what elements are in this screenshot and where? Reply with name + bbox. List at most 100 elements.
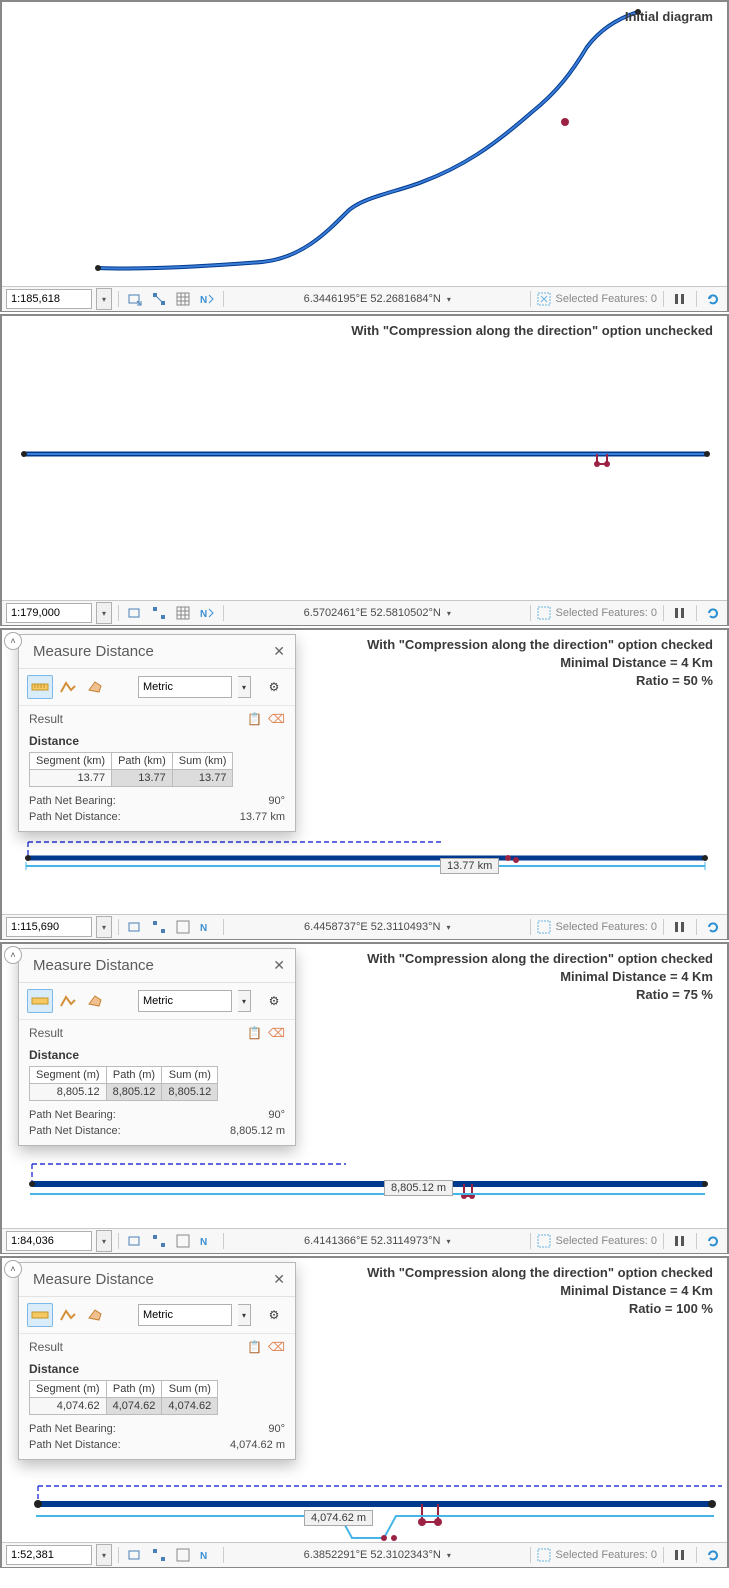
tool-add-layer-icon[interactable] — [125, 603, 145, 623]
measure-distance-button[interactable] — [27, 989, 53, 1013]
scale-input[interactable] — [6, 1231, 92, 1251]
map-canvas[interactable]: Initial diagram — [2, 2, 727, 286]
close-icon[interactable]: ✕ — [273, 957, 285, 974]
tool-constraints-icon[interactable] — [149, 603, 169, 623]
clear-icon[interactable]: ⌫ — [268, 1340, 285, 1354]
pause-icon[interactable] — [670, 603, 690, 623]
map-canvas[interactable]: With "Compression along the direction" o… — [2, 1258, 727, 1542]
scale-input[interactable] — [6, 603, 92, 623]
scale-dropdown[interactable]: ▾ — [96, 288, 112, 310]
tool-constraints-icon[interactable] — [149, 1545, 169, 1565]
svg-text:N: N — [200, 923, 207, 934]
selected-features: Selected Features: 0 — [537, 920, 657, 934]
tool-add-layer-icon[interactable] — [125, 289, 145, 309]
scale-dropdown[interactable]: ▾ — [96, 602, 112, 624]
scale-input[interactable] — [6, 917, 92, 937]
tool-constraints-icon[interactable] — [149, 289, 169, 309]
measure-area-button[interactable] — [55, 1303, 81, 1327]
coords-display: 6.3852291°E 52.3102343°N▾ — [230, 1549, 524, 1561]
unit-dropdown-icon[interactable]: ▾ — [238, 990, 251, 1012]
tool-snap-icon[interactable]: N — [197, 1231, 217, 1251]
measure-feature-button[interactable] — [83, 1303, 109, 1327]
measure-distance-button[interactable] — [27, 1303, 53, 1327]
unit-dropdown-icon[interactable]: ▾ — [238, 1304, 251, 1326]
measure-area-button[interactable] — [55, 989, 81, 1013]
refresh-icon[interactable] — [703, 603, 723, 623]
map-canvas[interactable]: With "Compression along the direction" o… — [2, 944, 727, 1228]
tool-grid-icon[interactable] — [173, 603, 193, 623]
scale-input[interactable] — [6, 289, 92, 309]
collapse-button[interactable]: ˄ — [4, 1260, 22, 1278]
svg-text:N: N — [200, 1551, 207, 1562]
map-panel-5: ˄ With "Compression along the direction"… — [0, 1256, 729, 1568]
scale-dropdown[interactable]: ▾ — [96, 1230, 112, 1252]
map-canvas[interactable]: With "Compression along the direction" o… — [2, 630, 727, 914]
tool-grid-icon[interactable] — [173, 289, 193, 309]
scale-dropdown[interactable]: ▾ — [96, 1544, 112, 1566]
coords-dropdown-icon[interactable]: ▾ — [447, 295, 451, 304]
refresh-icon[interactable] — [703, 917, 723, 937]
tool-grid-icon[interactable] — [173, 917, 193, 937]
copy-icon[interactable]: 📋 — [247, 1026, 262, 1040]
clear-icon[interactable]: ⌫ — [268, 712, 285, 726]
copy-icon[interactable]: 📋 — [247, 712, 262, 726]
pause-icon[interactable] — [670, 917, 690, 937]
distance-label: Distance — [19, 732, 295, 752]
copy-icon[interactable]: 📋 — [247, 1340, 262, 1354]
measure-feature-button[interactable] — [83, 989, 109, 1013]
status-bar: ▾ N 6.4141366°E 52.3114973°N▾ Selected F… — [2, 1228, 727, 1253]
unit-select[interactable] — [138, 676, 232, 698]
pause-icon[interactable] — [670, 1545, 690, 1565]
map-canvas[interactable]: With "Compression along the direction" o… — [2, 316, 727, 600]
measure-distance-button[interactable] — [27, 675, 53, 699]
svg-text:N: N — [200, 609, 207, 620]
selected-features: Selected Features: 0 — [537, 606, 657, 620]
measurement-annotation: 4,074.62 m — [304, 1510, 373, 1526]
refresh-icon[interactable] — [703, 1231, 723, 1251]
unit-dropdown-icon[interactable]: ▾ — [238, 676, 251, 698]
pause-icon[interactable] — [670, 289, 690, 309]
net-distance-label: Path Net Distance: — [29, 811, 121, 823]
settings-icon[interactable]: ⚙ — [261, 1303, 287, 1327]
tool-grid-icon[interactable] — [173, 1231, 193, 1251]
tool-add-layer-icon[interactable] — [125, 1231, 145, 1251]
measure-feature-button[interactable] — [83, 675, 109, 699]
measure-area-button[interactable] — [55, 675, 81, 699]
tool-add-layer-icon[interactable] — [125, 1545, 145, 1565]
result-label: Result — [29, 712, 63, 726]
tool-constraints-icon[interactable] — [149, 917, 169, 937]
selected-features: Selected Features: 0 — [537, 1234, 657, 1248]
coords-display: 6.4458737°E 52.3110493°N▾ — [230, 921, 524, 933]
tool-grid-icon[interactable] — [173, 1545, 193, 1565]
clear-icon[interactable]: ⌫ — [268, 1026, 285, 1040]
measure-distance-panel: Measure Distance✕ ▾ ⚙ Result📋⌫ Distance … — [18, 948, 296, 1146]
scale-dropdown[interactable]: ▾ — [96, 916, 112, 938]
close-icon[interactable]: ✕ — [273, 643, 285, 660]
refresh-icon[interactable] — [703, 1545, 723, 1565]
tool-add-layer-icon[interactable] — [125, 917, 145, 937]
unit-select[interactable] — [138, 990, 232, 1012]
refresh-icon[interactable] — [703, 289, 723, 309]
collapse-button[interactable]: ˄ — [4, 946, 22, 964]
map-panel-2: With "Compression along the direction" o… — [0, 314, 729, 626]
settings-icon[interactable]: ⚙ — [261, 675, 287, 699]
close-icon[interactable]: ✕ — [273, 1271, 285, 1288]
measure-distance-panel: Measure Distance ✕ ▾ ⚙ Result 📋 ⌫ — [18, 634, 296, 832]
collapse-button[interactable]: ˄ — [4, 632, 22, 650]
tool-constraints-icon[interactable] — [149, 1231, 169, 1251]
bearing-label: Path Net Bearing: — [29, 795, 116, 807]
settings-icon[interactable]: ⚙ — [261, 989, 287, 1013]
scale-input[interactable] — [6, 1545, 92, 1565]
tool-snap-icon[interactable]: N — [197, 917, 217, 937]
measurement-annotation: 8,805.12 m — [384, 1180, 453, 1196]
distance-table: Segment (km)Path (km)Sum (km) 13.7713.77… — [29, 752, 233, 787]
measure-title: Measure Distance — [33, 643, 273, 660]
status-bar: ▾ N 6.3446195°E 52.2681684°N▾ Selected F… — [2, 286, 727, 311]
status-bar: ▾ N 6.3852291°E 52.3102343°N▾ Selected F… — [2, 1542, 727, 1567]
pause-icon[interactable] — [670, 1231, 690, 1251]
unit-select[interactable] — [138, 1304, 232, 1326]
tool-snap-icon[interactable]: N — [197, 289, 217, 309]
tool-snap-icon[interactable]: N — [197, 1545, 217, 1565]
map-panel-3: ˄ With "Compression along the direction"… — [0, 628, 729, 940]
tool-snap-icon[interactable]: N — [197, 603, 217, 623]
